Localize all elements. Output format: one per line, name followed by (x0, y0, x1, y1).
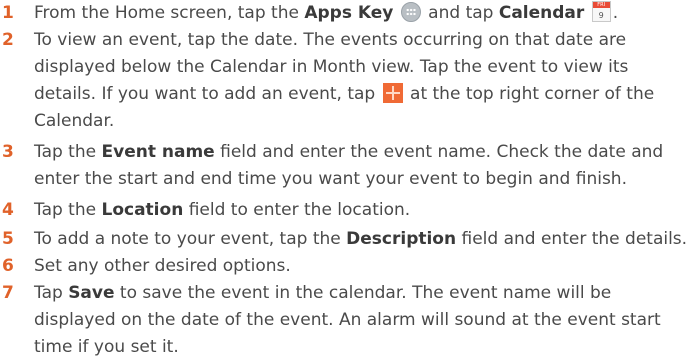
step-number: 5 (2, 229, 14, 249)
step-text: To add a note to your event, tap the Des… (34, 229, 688, 249)
calendar-label: Calendar (498, 3, 585, 23)
instruction-steps: 1 From the Home screen, tap the Apps Key… (0, 0, 696, 358)
apps-key-label: Apps Key (304, 3, 394, 23)
save-label: Save (68, 283, 115, 303)
step-4: 4 Tap the Location field to enter the lo… (0, 197, 696, 224)
step-number: 6 (2, 256, 14, 276)
step-number: 3 (2, 142, 14, 162)
location-label: Location (101, 200, 184, 220)
calendar-app-icon: FRI 9 (591, 1, 611, 22)
apps-key-icon (400, 2, 421, 22)
step-number: 7 (2, 283, 14, 303)
step-text: To view an event, tap the date. The even… (34, 30, 655, 131)
add-plus-icon (382, 83, 403, 103)
event-name-label: Event name (101, 142, 215, 162)
step-1: 1 From the Home screen, tap the Apps Key… (0, 0, 696, 27)
description-label: Description (346, 229, 457, 249)
step-3: 3 Tap the Event name field and enter the… (0, 139, 696, 193)
step-number: 1 (2, 3, 14, 23)
step-6: 6 Set any other desired options. (0, 253, 696, 280)
step-7: 7 Tap Save to save the event in the cale… (0, 280, 696, 361)
step-text: Tap Save to save the event in the calend… (34, 283, 661, 357)
step-text: Tap the Event name field and enter the e… (34, 142, 664, 189)
step-5: 5 To add a note to your event, tap the D… (0, 226, 696, 253)
step-text: From the Home screen, tap the Apps Key a… (34, 1, 619, 23)
step-2: 2 To view an event, tap the date. The ev… (0, 27, 696, 135)
step-text: Set any other desired options. (34, 256, 291, 276)
step-number: 4 (2, 200, 14, 220)
step-text: Tap the Location field to enter the loca… (34, 200, 411, 220)
step-number: 2 (2, 30, 14, 50)
